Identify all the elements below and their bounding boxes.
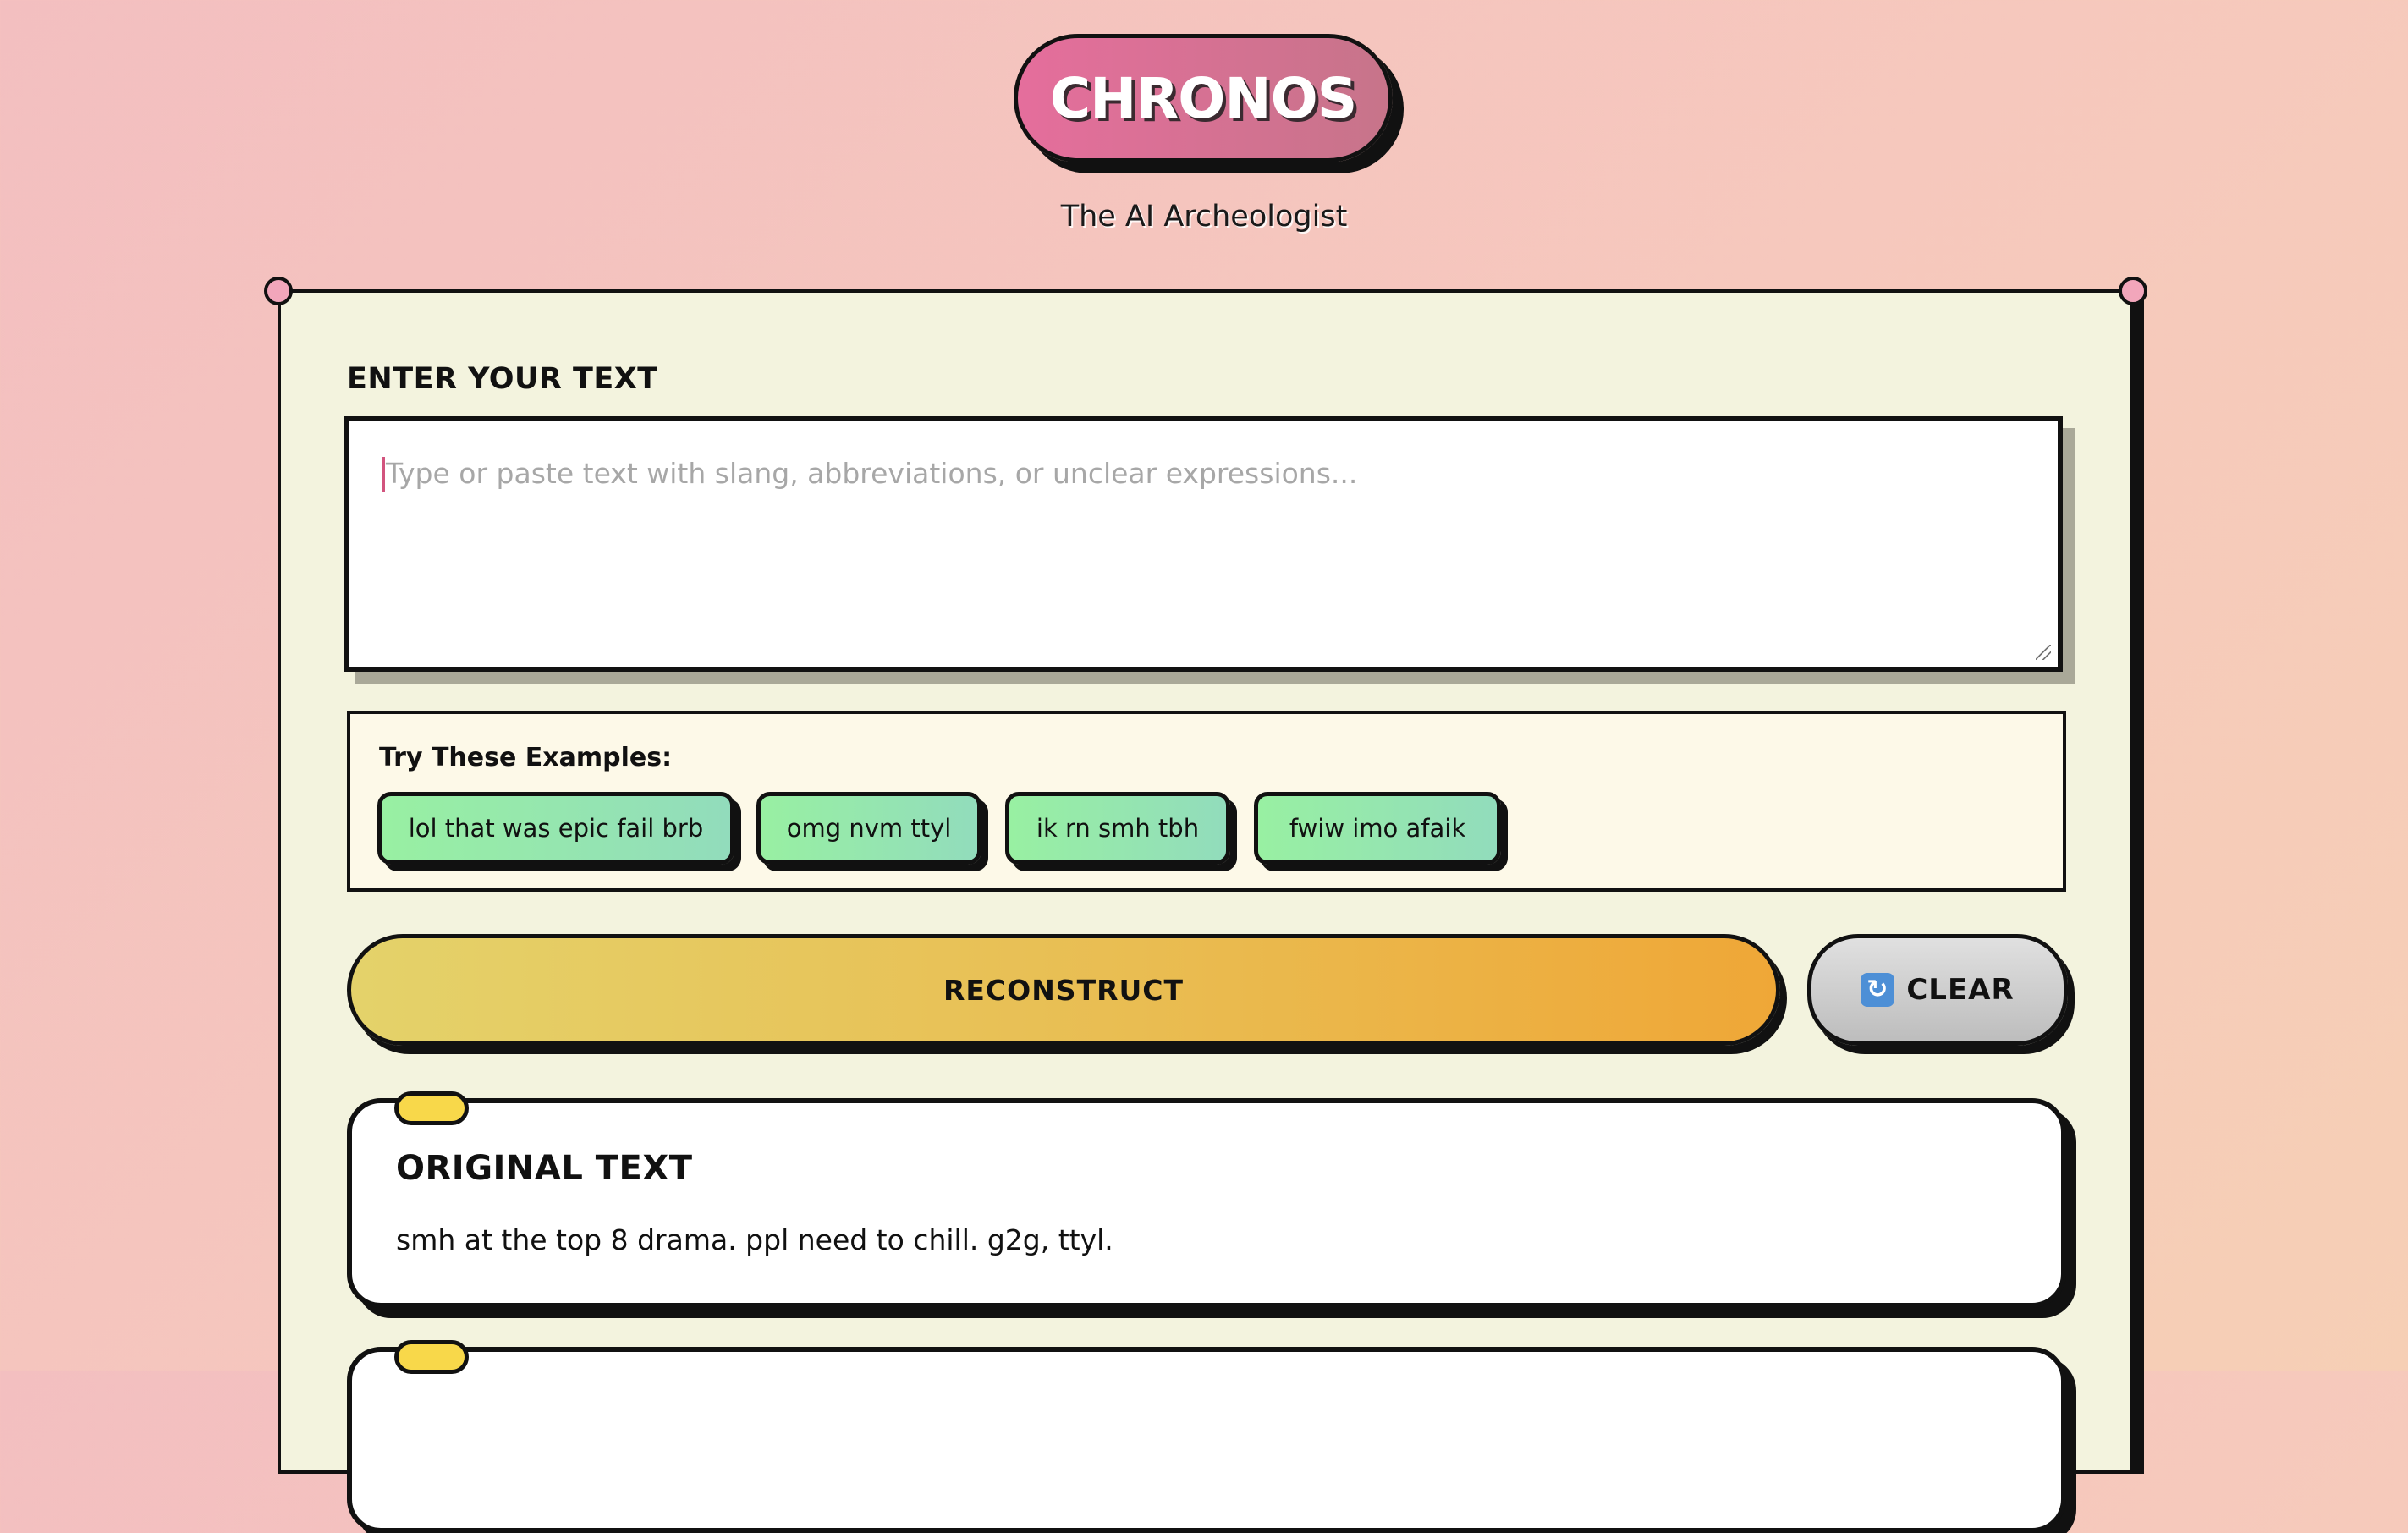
- card-title: ORIGINAL TEXT: [396, 1149, 693, 1188]
- text-input-placeholder: Type or paste text with slang, abbreviat…: [386, 457, 1358, 490]
- app-logo: CHRONOS: [1014, 34, 1393, 162]
- example-chip[interactable]: fwiw imo afaik: [1254, 792, 1501, 865]
- text-input-wrapper: Type or paste text with slang, abbreviat…: [344, 416, 2075, 684]
- text-input[interactable]: Type or paste text with slang, abbreviat…: [344, 416, 2063, 672]
- clear-button[interactable]: ↻ CLEAR: [1807, 934, 2068, 1046]
- reconstruct-button-label: RECONSTRUCT: [943, 973, 1185, 1007]
- resize-handle-icon[interactable]: [2036, 645, 2051, 660]
- input-label: ENTER YOUR TEXT: [347, 362, 658, 396]
- clear-button-label: CLEAR: [1906, 973, 2015, 1007]
- examples-section: Try These Examples: lol that was epic fa…: [347, 711, 2066, 892]
- examples-title: Try These Examples:: [379, 743, 673, 772]
- example-chip[interactable]: ik rn smh tbh: [1005, 792, 1230, 865]
- app-title: CHRONOS: [1049, 65, 1357, 131]
- app-subtitle: The AI Archeologist: [1060, 200, 1348, 234]
- text-cursor: [382, 457, 385, 492]
- refresh-icon: ↻: [1861, 973, 1895, 1007]
- card-tab: [394, 1091, 469, 1125]
- original-text-content: smh at the top 8 drama. ppl need to chil…: [396, 1223, 1113, 1256]
- reconstruct-button[interactable]: RECONSTRUCT: [347, 934, 1780, 1046]
- panel-corner-dot-left: [264, 277, 293, 305]
- result-card: [347, 1340, 2066, 1533]
- card-tab: [394, 1340, 469, 1374]
- example-chip[interactable]: omg nvm ttyl: [756, 792, 981, 865]
- panel-corner-dot-right: [2119, 277, 2147, 305]
- original-text-card: ORIGINAL TEXT smh at the top 8 drama. pp…: [347, 1091, 2066, 1308]
- example-chip[interactable]: lol that was epic fail brb: [377, 792, 734, 865]
